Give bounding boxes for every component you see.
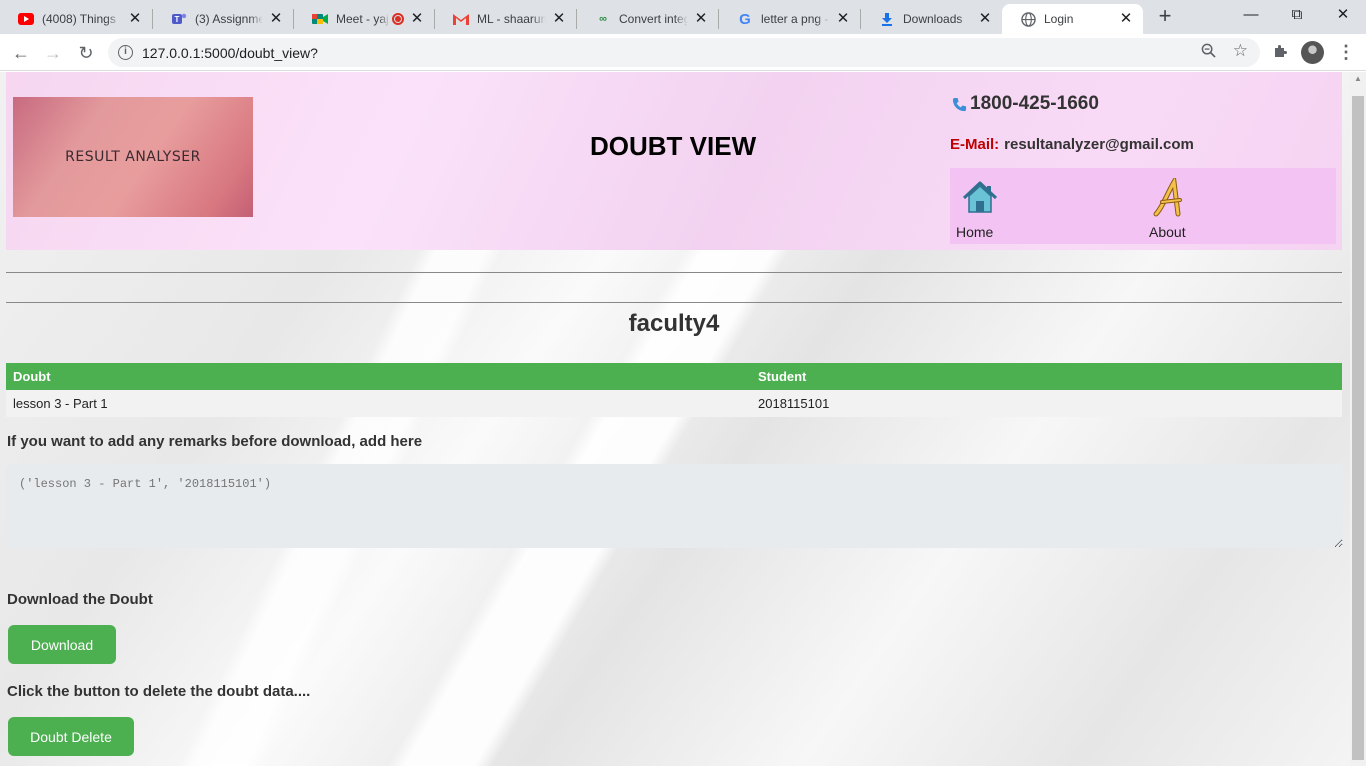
- svg-text:T: T: [175, 15, 180, 24]
- tab-downloads[interactable]: Downloads ✕: [861, 4, 1002, 34]
- download-label: Download the Doubt: [7, 591, 153, 608]
- site-header: RESULT ANALYSER DOUBT VIEW 1800-425-1660…: [6, 72, 1342, 250]
- cell-doubt: lesson 3 - Part 1: [13, 396, 108, 411]
- zoom-icon[interactable]: [1201, 43, 1216, 62]
- download-button[interactable]: Download: [8, 625, 116, 664]
- profile-avatar[interactable]: [1301, 41, 1324, 64]
- forward-button[interactable]: →: [39, 39, 67, 67]
- close-icon[interactable]: ✕: [692, 10, 710, 28]
- table-row: lesson 3 - Part 1 2018115101: [6, 390, 1342, 417]
- close-icon[interactable]: ✕: [834, 10, 852, 28]
- table-header: Doubt Student: [6, 363, 1342, 390]
- nav-about-label: About: [1149, 224, 1186, 240]
- youtube-icon: [18, 11, 34, 27]
- tab-label: Convert intege: [619, 12, 688, 26]
- tab-label: (3) Assignment: [195, 12, 263, 26]
- logo[interactable]: RESULT ANALYSER: [13, 97, 253, 217]
- google-icon: G: [739, 10, 751, 28]
- back-button[interactable]: ←: [7, 39, 35, 67]
- tab-youtube[interactable]: (4008) Things ✕: [0, 4, 152, 34]
- tab-meet[interactable]: Meet - yaj ✕: [294, 4, 434, 34]
- nav-home[interactable]: Home: [956, 168, 1016, 244]
- close-window-button[interactable]: ✕: [1320, 0, 1366, 30]
- email-contact: E-Mail: resultanalyzer@gmail.com: [950, 136, 1194, 153]
- restore-button[interactable]: ⧉: [1274, 0, 1320, 30]
- faculty-heading: faculty4: [628, 310, 720, 337]
- gmail-icon: [453, 11, 469, 27]
- omnibox[interactable]: i 127.0.0.1:5000/doubt_view? ☆: [108, 38, 1260, 67]
- minimize-button[interactable]: —: [1228, 0, 1274, 30]
- tab-label: Downloads: [903, 12, 963, 26]
- close-icon[interactable]: ✕: [550, 10, 568, 28]
- cell-student: 2018115101: [758, 396, 830, 411]
- close-icon[interactable]: ✕: [408, 10, 426, 28]
- page-title: DOUBT VIEW: [590, 131, 757, 161]
- column-header-doubt: Doubt: [13, 369, 51, 384]
- phone-number: 1800-425-1660: [970, 93, 1099, 114]
- bookmark-star-icon[interactable]: ☆: [1233, 41, 1248, 61]
- download-icon: [879, 11, 895, 27]
- tab-strip: (4008) Things ✕ T (3) Assignment ✕ Meet …: [0, 0, 1366, 34]
- tab-label: Login: [1044, 12, 1074, 26]
- info-icon[interactable]: i: [118, 45, 133, 60]
- letter-a-icon: [1150, 174, 1190, 218]
- close-icon[interactable]: ✕: [126, 10, 144, 28]
- scroll-up-icon[interactable]: ▲: [1354, 74, 1362, 83]
- reload-button[interactable]: ↻: [72, 39, 100, 67]
- doubt-table: Doubt Student lesson 3 - Part 1 20181151…: [6, 363, 1342, 417]
- extensions-icon[interactable]: [1270, 43, 1290, 63]
- divider: [6, 272, 1342, 273]
- globe-icon: [1020, 11, 1036, 27]
- column-header-student: Student: [758, 369, 807, 384]
- email-label: E-Mail:: [950, 136, 1000, 153]
- delete-label: Click the button to delete the doubt dat…: [7, 683, 311, 700]
- tab-gmail[interactable]: ML - shaarume ✕: [435, 4, 576, 34]
- teams-icon: T: [171, 11, 187, 27]
- close-icon[interactable]: ✕: [1117, 10, 1135, 28]
- scrollbar-thumb[interactable]: [1352, 96, 1364, 760]
- close-icon[interactable]: ✕: [976, 10, 994, 28]
- menu-kebab-icon[interactable]: ⋮: [1336, 41, 1356, 63]
- nav-home-label: Home: [956, 224, 994, 240]
- page-viewport: RESULT ANALYSER DOUBT VIEW 1800-425-1660…: [0, 72, 1350, 766]
- recording-icon: [392, 13, 404, 25]
- logo-text: RESULT ANALYSER: [65, 149, 201, 165]
- tab-label: Meet - yaj: [336, 12, 389, 26]
- phone-icon: [952, 96, 967, 113]
- remarks-label: If you want to add any remarks before do…: [7, 433, 423, 450]
- gfg-icon: ∞: [599, 13, 607, 25]
- tab-label: (4008) Things: [42, 12, 116, 26]
- nav-menu: Home About: [950, 168, 1336, 244]
- remarks-textarea[interactable]: [6, 464, 1343, 548]
- divider: [6, 302, 1342, 303]
- email-address: resultanalyzer@gmail.com: [1004, 136, 1194, 153]
- tab-login[interactable]: Login ✕: [1002, 4, 1143, 34]
- tab-google[interactable]: G letter a png - G ✕: [719, 4, 860, 34]
- new-tab-button[interactable]: +: [1153, 5, 1177, 29]
- home-icon: [960, 178, 1000, 218]
- doubt-delete-button[interactable]: Doubt Delete: [8, 717, 134, 756]
- url-text[interactable]: 127.0.0.1:5000/doubt_view?: [142, 45, 318, 61]
- scrollbar[interactable]: ▲: [1350, 72, 1366, 766]
- close-icon[interactable]: ✕: [267, 10, 285, 28]
- tab-teams[interactable]: T (3) Assignment ✕: [153, 4, 293, 34]
- meet-icon: [312, 11, 328, 27]
- tab-label: ML - shaarume: [477, 12, 546, 26]
- tab-gfg[interactable]: ∞ Convert intege ✕: [577, 4, 718, 34]
- nav-about[interactable]: About: [1148, 168, 1208, 244]
- tab-label: letter a png - G: [761, 12, 830, 26]
- phone-contact: 1800-425-1660: [952, 93, 1099, 115]
- address-bar: ← → ↻ i 127.0.0.1:5000/doubt_view? ☆ ⋮: [0, 34, 1366, 71]
